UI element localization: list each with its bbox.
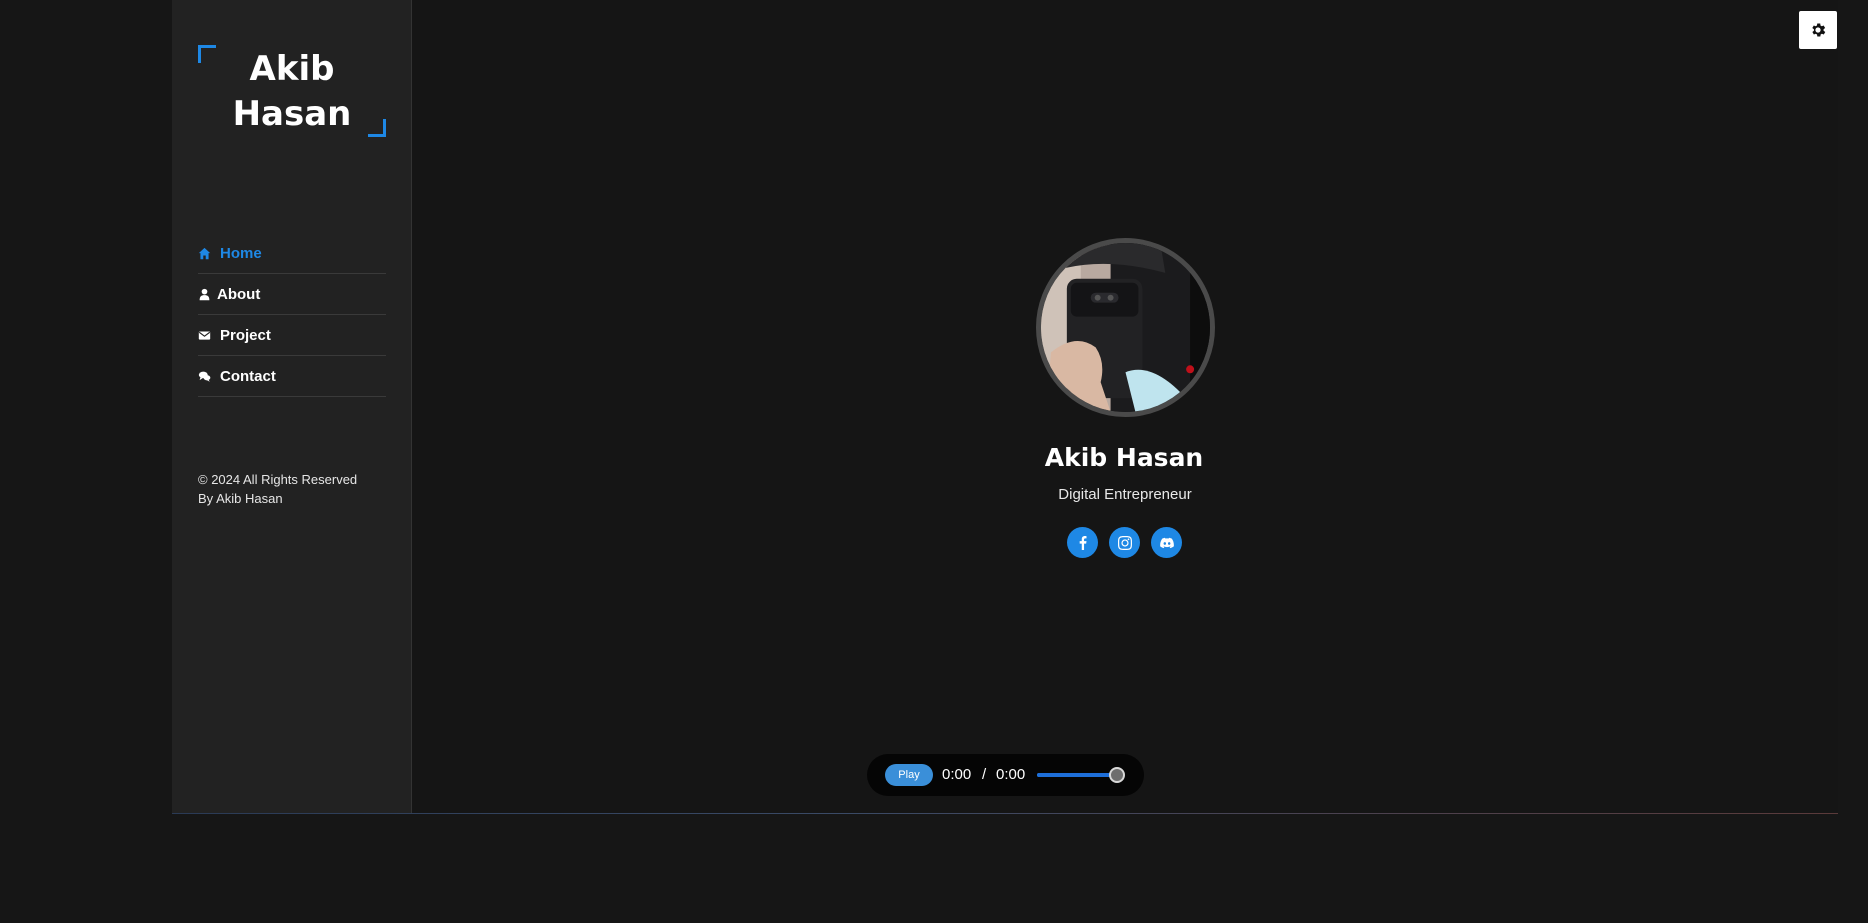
nav-item-label: About <box>217 285 261 303</box>
discord-link[interactable] <box>1151 527 1182 558</box>
time-separator: / <box>982 766 987 783</box>
sidebar-nav: Home About Project Contact <box>198 233 386 397</box>
play-button[interactable]: Play <box>885 764 933 786</box>
seek-fill <box>1037 773 1117 777</box>
nav-item-label: Home <box>220 244 262 262</box>
nav-item-label: Contact <box>220 367 276 385</box>
nav-item-label: Project <box>220 326 271 344</box>
comments-icon <box>198 370 220 383</box>
instagram-link[interactable] <box>1109 527 1140 558</box>
settings-button[interactable] <box>1799 11 1837 49</box>
frame-bottom-edge <box>172 813 1838 814</box>
envelope-icon <box>198 329 220 342</box>
nav-item-contact[interactable]: Contact <box>198 356 386 397</box>
sidebar: Akib Hasan Home About Project Contact © … <box>172 0 412 814</box>
social-links <box>1067 527 1182 558</box>
seek-slider[interactable] <box>1037 767 1125 783</box>
profile-avatar <box>1036 238 1215 417</box>
page-frame: Akib Hasan Home About Project Contact © … <box>172 0 1838 814</box>
nav-item-home[interactable]: Home <box>198 233 386 274</box>
facebook-link[interactable] <box>1067 527 1098 558</box>
logo[interactable]: Akib Hasan <box>198 45 386 137</box>
duration: 0:00 <box>996 766 1026 783</box>
logo-text: Akib Hasan <box>232 49 352 134</box>
facebook-icon <box>1076 535 1090 550</box>
profile-role: Digital Entrepreneur <box>1058 486 1192 503</box>
audio-player: Play 0:00 / 0:00 <box>867 754 1144 796</box>
nav-item-about[interactable]: About <box>198 274 386 315</box>
nav-item-project[interactable]: Project <box>198 315 386 356</box>
seek-thumb[interactable] <box>1109 767 1125 783</box>
user-icon <box>198 288 217 301</box>
instagram-icon <box>1117 535 1132 550</box>
home-icon <box>198 247 220 260</box>
discord-icon <box>1159 536 1174 550</box>
profile-name: Akib Hasan <box>1044 443 1204 472</box>
gear-icon <box>1809 21 1827 39</box>
current-time: 0:00 <box>942 766 972 783</box>
